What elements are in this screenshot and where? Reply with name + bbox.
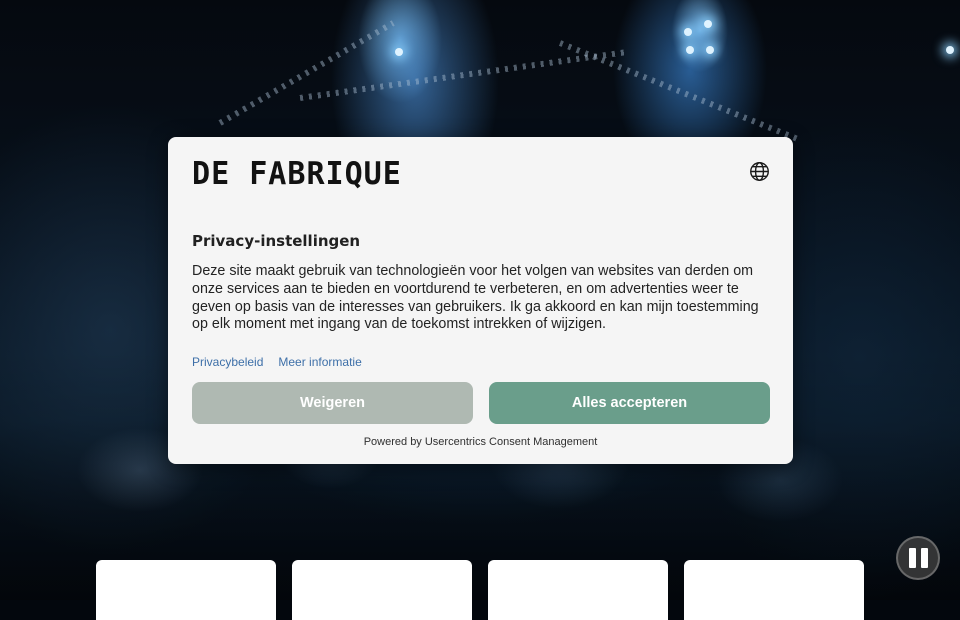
accept-all-button[interactable]: Alles accepteren: [489, 382, 770, 424]
spotlight: [395, 48, 403, 56]
dialog-title: Privacy-instellingen: [192, 232, 360, 250]
stage-truss: [300, 49, 628, 101]
spotlight: [704, 20, 712, 28]
globe-icon: [749, 161, 770, 182]
spotlight: [946, 46, 954, 54]
pause-video-button[interactable]: [896, 536, 940, 580]
privacy-policy-link[interactable]: Privacybeleid: [192, 355, 263, 369]
pause-icon: [921, 548, 928, 568]
spotlight: [684, 28, 692, 36]
consent-dialog: DE FABRIQUE Privacy-instellingen Deze si…: [168, 137, 793, 464]
stage-truss: [219, 20, 395, 125]
spotlight: [706, 46, 714, 54]
deny-button[interactable]: Weigeren: [192, 382, 473, 424]
brand-logo: DE FABRIQUE: [192, 157, 402, 191]
content-card[interactable]: [684, 560, 864, 620]
content-card[interactable]: [488, 560, 668, 620]
dialog-description: Deze site maakt gebruik van technologieë…: [192, 263, 772, 334]
language-button[interactable]: [747, 159, 771, 183]
card-row: [96, 560, 864, 620]
more-info-link[interactable]: Meer informatie: [278, 355, 361, 369]
powered-by: Powered by Usercentrics Consent Manageme…: [168, 436, 793, 448]
content-card[interactable]: [292, 560, 472, 620]
dialog-links: Privacybeleid Meer informatie: [192, 355, 362, 369]
content-card[interactable]: [96, 560, 276, 620]
stage-truss: [559, 40, 802, 143]
spotlight: [686, 46, 694, 54]
pause-icon: [909, 548, 916, 568]
